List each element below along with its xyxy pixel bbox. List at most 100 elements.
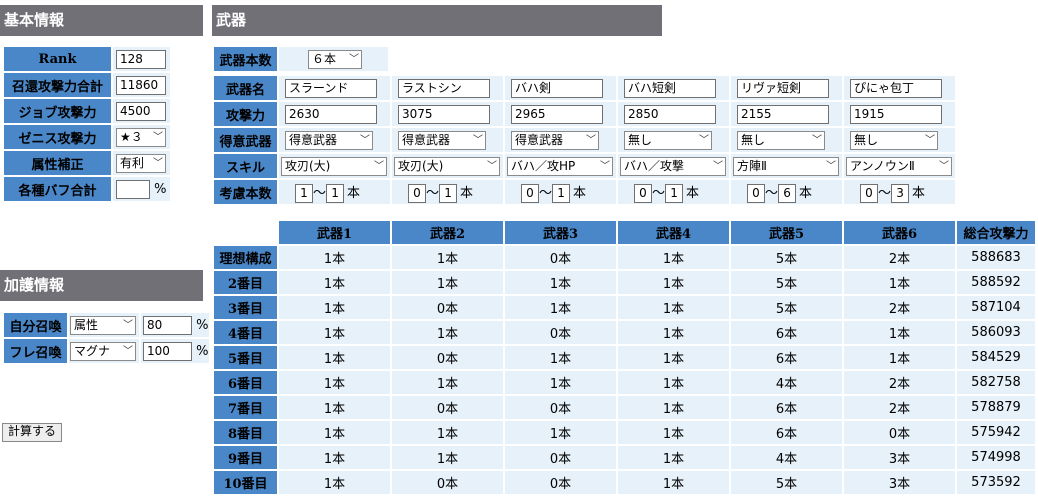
weapon-count-cell: 1本 <box>844 346 955 369</box>
weapon-name-input[interactable]: スラーンド <box>285 78 377 98</box>
weapon-count-select[interactable]: ６本 ﹀ <box>308 49 362 69</box>
weapon-count-table: 武器本数 ６本 ﹀ <box>212 45 390 73</box>
weapon-skill-select[interactable]: 攻刃(大) ﹀ <box>281 156 387 176</box>
rank-input[interactable]: 128 <box>116 49 166 69</box>
weapon-count-cell: 1本 <box>505 421 616 444</box>
results-row-label: 9番目 <box>214 446 277 469</box>
percent-unit: % <box>196 317 209 333</box>
weapon-special-select[interactable]: 無し ﹀ <box>624 130 712 150</box>
element-bonus-label: 属性補正 <box>4 151 111 175</box>
weapon-skill-label: スキル <box>214 154 277 178</box>
range-unit: 本 <box>799 185 813 201</box>
chevron-down-icon: ﹀ <box>939 160 949 172</box>
weapon-attack-input[interactable]: 2155 <box>737 104 829 124</box>
weapon-special-select[interactable]: 得意武器 ﹀ <box>285 130 373 150</box>
weapon-name-input[interactable]: リヴァ短剣 <box>737 78 829 98</box>
weapon-count-cell: 1本 <box>618 371 729 394</box>
consider-max-input[interactable]: 1 <box>439 183 458 203</box>
consider-max-input[interactable]: 1 <box>665 183 684 203</box>
weapon-skill-select[interactable]: 方陣Ⅱ ﹀ <box>733 156 839 176</box>
zenith-attack-label: ゼニス攻撃力 <box>4 125 111 149</box>
results-row-label: 8番目 <box>214 421 277 444</box>
weapon-special-row: 得意武器 得意武器 ﹀ 得意武器 ﹀ 得意武器 ﹀ 無し ﹀ 無し ﹀ 無し ﹀ <box>214 128 955 152</box>
range-separator: ～ <box>652 185 666 201</box>
consider-min-input[interactable]: 0 <box>747 183 765 203</box>
weapon-detail-table: 武器名 スラーンド ラストシン バハ剣 バハ短剣 リヴァ短剣 ぴにゃ包丁 攻撃力 2630… <box>212 74 957 206</box>
weapon-count-cell: 0本 <box>505 396 616 419</box>
consider-min-input[interactable]: 0 <box>521 183 539 203</box>
consider-max-input[interactable]: 3 <box>891 183 910 203</box>
weapon-count-cell: 0本 <box>392 346 503 369</box>
weapon-count-cell: 1本 <box>392 421 503 444</box>
consider-min-input[interactable]: 0 <box>408 183 426 203</box>
results-column-header: 武器6 <box>844 221 955 244</box>
consider-max-input[interactable]: 1 <box>552 183 571 203</box>
results-column-header: 武器5 <box>731 221 842 244</box>
weapon-count-cell: 0本 <box>505 471 616 494</box>
weapon-consider-row: 考慮本数 1 ～ 1 本 0 ～ 1 本 0 ～ 1 本 0 ～ 1 本 0 ～ 6 本 0 ～ 3 本 <box>214 180 955 204</box>
weapon-count-cell: 2本 <box>844 246 955 269</box>
weapon-skill-select[interactable]: アンノウンⅡ ﹀ <box>846 156 952 176</box>
consider-max-input[interactable]: 6 <box>778 183 797 203</box>
own-summon-select[interactable]: 属性 ﹀ <box>70 315 136 335</box>
weapon-attack-input[interactable]: 1915 <box>850 104 942 124</box>
chevron-down-icon: ﹀ <box>713 160 723 172</box>
total-attack-cell: 588592 <box>957 271 1035 294</box>
friend-summon-input[interactable]: 100 <box>143 341 192 361</box>
weapon-name-input[interactable]: バハ短剣 <box>624 78 716 98</box>
weapon-name-input[interactable]: ラストシン <box>398 78 490 98</box>
weapon-count-cell: 6本 <box>731 396 842 419</box>
protect-info-title: 加護情報 <box>4 276 65 294</box>
weapon-count-cell: 6本 <box>731 421 842 444</box>
weapon-attack-input[interactable]: 2630 <box>285 104 377 124</box>
weapon-count-cell: 1本 <box>618 246 729 269</box>
consider-min-input[interactable]: 0 <box>634 183 652 203</box>
weapon-consider-label: 考慮本数 <box>214 180 277 204</box>
results-column-header: 武器4 <box>618 221 729 244</box>
chevron-down-icon: ﹀ <box>586 134 596 146</box>
calculate-button[interactable]: 計算する <box>2 423 63 442</box>
weapon-count-cell: 1本 <box>618 346 729 369</box>
weapon-special-select[interactable]: 得意武器 ﹀ <box>398 130 486 150</box>
weapon-count-cell: 1本 <box>392 321 503 344</box>
chevron-down-icon: ﹀ <box>925 134 935 146</box>
weapon-count-cell: 1本 <box>505 271 616 294</box>
basic-row: 属性補正 有利 ﹀ <box>4 151 170 175</box>
zenith-attack-select[interactable]: ★３ ﹀ <box>116 127 166 147</box>
consider-min-input[interactable]: 1 <box>295 183 313 203</box>
weapon-count-cell: 0本 <box>505 321 616 344</box>
weapon-attack-input[interactable]: 2850 <box>624 104 716 124</box>
weapon-attack-input[interactable]: 2965 <box>511 104 603 124</box>
consider-min-input[interactable]: 0 <box>860 183 878 203</box>
consider-max-input[interactable]: 1 <box>326 183 345 203</box>
weapon-special-select[interactable]: 無し ﹀ <box>737 130 825 150</box>
own-summon-input[interactable]: 80 <box>143 315 192 335</box>
summon-attack-input[interactable]: 11860 <box>116 75 166 95</box>
weapon-skill-select[interactable]: バハ／攻撃 ﹀ <box>620 156 726 176</box>
weapon-count-cell: 3本 <box>844 471 955 494</box>
weapon-name-input[interactable]: バハ剣 <box>511 78 603 98</box>
weapon-name-input[interactable]: ぴにゃ包丁 <box>850 78 942 98</box>
weapon-count-cell: 0本 <box>844 421 955 444</box>
results-row: 理想構成 1本 1本 0本 1本 5本 2本 588683 <box>214 246 1035 269</box>
weapon-count-cell: 1本 <box>279 346 390 369</box>
weapon-skill-row: スキル 攻刃(大) ﹀ 攻刃(大) ﹀ バハ／攻HP ﹀ バハ／攻撃 ﹀ 方陣Ⅱ ﹀ アンノウンⅡ ﹀ <box>214 154 955 178</box>
weapon-special-select[interactable]: 得意武器 ﹀ <box>511 130 599 150</box>
total-attack-cell: 587104 <box>957 296 1035 319</box>
job-attack-input[interactable]: 4500 <box>116 101 166 121</box>
weapon-skill-select[interactable]: バハ／攻HP ﹀ <box>507 156 613 176</box>
friend-summon-select[interactable]: マグナ ﹀ <box>70 341 136 361</box>
results-row-label: 7番目 <box>214 396 277 419</box>
chevron-down-icon: ﹀ <box>812 134 822 146</box>
weapon-skill-select[interactable]: 攻刃(大) ﹀ <box>394 156 500 176</box>
weapon-count-cell: 1本 <box>618 421 729 444</box>
weapon-special-select[interactable]: 無し ﹀ <box>850 130 938 150</box>
element-bonus-select[interactable]: 有利 ﹀ <box>116 153 166 173</box>
results-column-header: 総合攻撃力 <box>957 221 1035 244</box>
buff-total-input[interactable] <box>116 179 150 199</box>
weapon-count-cell: 5本 <box>731 471 842 494</box>
weapon-special-label: 得意武器 <box>214 128 277 152</box>
weapon-count-cell: 5本 <box>731 271 842 294</box>
weapon-attack-input[interactable]: 3075 <box>398 104 490 124</box>
percent-unit: % <box>196 343 209 359</box>
